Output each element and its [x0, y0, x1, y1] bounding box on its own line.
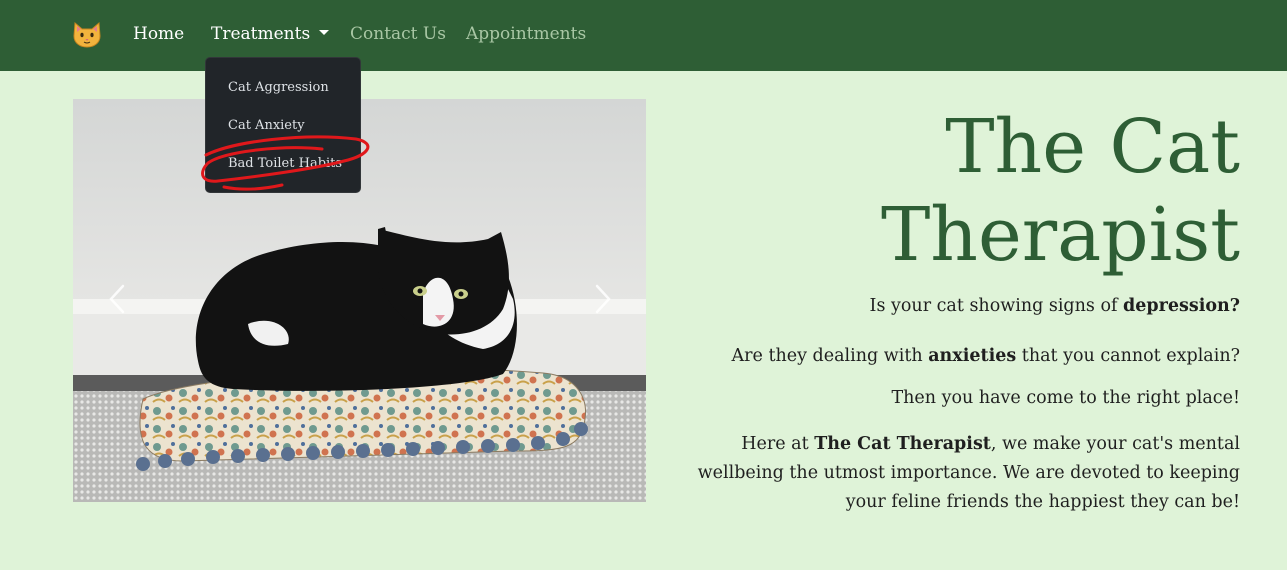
hero-line-2: Are they dealing with anxieties that you…	[732, 346, 1240, 366]
carousel-prev[interactable]	[106, 282, 130, 316]
cat-face-icon[interactable]	[72, 20, 102, 48]
caret-down-icon	[319, 30, 330, 35]
carousel-next[interactable]	[590, 282, 614, 316]
chevron-right-icon	[595, 284, 611, 314]
title-line-1: The Cat	[945, 104, 1240, 190]
para-text: Here at	[741, 434, 815, 454]
line-1-text: Is your cat showing signs of	[869, 296, 1124, 316]
nav-contact[interactable]: Contact Us	[350, 22, 446, 46]
hero-paragraph: Here at The Cat Therapist, we make your …	[660, 430, 1240, 517]
line-1-bold: depression?	[1123, 296, 1240, 316]
dropdown-item-cat-aggression[interactable]: Cat Aggression	[228, 80, 329, 95]
navbar: Home Treatments Contact Us Appointments	[0, 0, 1287, 71]
chevron-left-icon	[109, 284, 125, 314]
line-2-text-end: that you cannot explain?	[1016, 346, 1240, 366]
nav-appointments[interactable]: Appointments	[466, 22, 586, 46]
treatments-dropdown: Cat Aggression Cat Anxiety Bad Toilet Ha…	[205, 57, 361, 193]
dropdown-item-cat-anxiety[interactable]: Cat Anxiety	[228, 118, 305, 133]
nav-treatments-label: Treatments	[211, 24, 311, 44]
dropdown-item-bad-toilet-habits[interactable]: Bad Toilet Habits	[228, 156, 342, 171]
title-line-2: Therapist	[880, 192, 1240, 278]
hero-line-1: Is your cat showing signs of depression?	[870, 296, 1240, 316]
line-2-bold: anxieties	[928, 346, 1017, 366]
page-title: The Cat Therapist	[680, 103, 1240, 279]
nav-home[interactable]: Home	[133, 22, 184, 46]
hero-line-3: Then you have come to the right place!	[891, 388, 1240, 408]
line-2-text: Are they dealing with	[731, 346, 929, 366]
nav-treatments[interactable]: Treatments	[211, 22, 330, 46]
para-bold: The Cat Therapist	[814, 434, 991, 454]
